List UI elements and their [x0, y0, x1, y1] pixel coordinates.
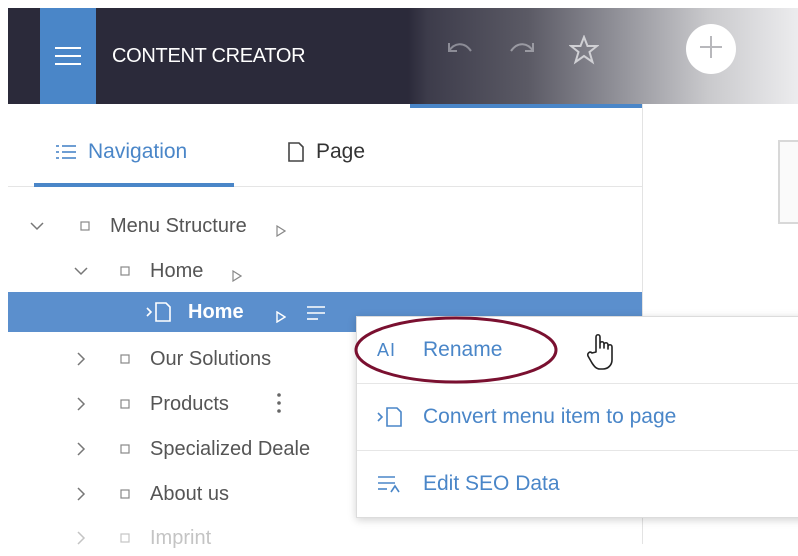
tab-page[interactable]: Page [288, 124, 365, 180]
tab-navigation[interactable]: Navigation [56, 124, 187, 180]
canvas-fragment [778, 140, 798, 224]
menu-item-convert-to-page[interactable]: Convert menu item to page [357, 384, 798, 450]
play-icon[interactable] [276, 220, 287, 243]
chevron-right-icon[interactable] [72, 350, 90, 368]
play-icon[interactable] [232, 265, 243, 288]
chevron-down-icon[interactable] [72, 262, 90, 280]
chevron-down-icon[interactable] [28, 217, 46, 235]
tree-item-label: Products [150, 392, 229, 415]
hand-cursor-icon [587, 333, 613, 370]
node-icon [120, 266, 130, 276]
tree-item-label: Menu Structure [110, 214, 247, 237]
menu-icon [55, 45, 81, 67]
convert-page-icon [377, 407, 403, 427]
menu-button[interactable] [40, 8, 96, 104]
header-accent-line [410, 104, 642, 108]
tab-page-label: Page [316, 140, 366, 163]
page-icon [288, 142, 304, 162]
menu-item-label: Edit SEO Data [423, 472, 560, 495]
tree-item-label: Home [150, 259, 204, 282]
star-icon [568, 33, 600, 70]
redo-icon [508, 39, 536, 66]
favorite-button[interactable] [568, 33, 600, 70]
menu-item-label: Convert menu item to page [423, 405, 677, 428]
undo-icon [446, 39, 474, 66]
node-icon [120, 489, 130, 499]
play-icon[interactable] [276, 306, 287, 329]
tree-item-label: Our Solutions [150, 347, 272, 370]
add-icon [699, 35, 723, 64]
tree-item-label: Specialized Deale [150, 437, 311, 460]
add-button[interactable] [686, 24, 736, 74]
menu-to-page-icon [146, 302, 172, 328]
undo-button[interactable] [444, 36, 476, 68]
app-title: CONTENT CREATOR [112, 44, 306, 67]
item-menu-icon[interactable] [306, 304, 326, 327]
node-icon [120, 533, 130, 543]
node-icon [120, 399, 130, 409]
chevron-right-icon[interactable] [72, 485, 90, 503]
seo-icon [377, 474, 401, 494]
node-icon [120, 354, 130, 364]
tree-item-label: Imprint [150, 526, 212, 549]
list-icon [56, 143, 76, 161]
active-tab-indicator [34, 183, 234, 187]
redo-button[interactable] [506, 36, 538, 68]
chevron-right-icon[interactable] [72, 395, 90, 413]
tree-item-label: Home [188, 300, 244, 323]
node-icon [120, 444, 130, 454]
node-icon [80, 221, 90, 231]
chevron-right-icon[interactable] [72, 440, 90, 458]
chevron-right-icon[interactable] [72, 529, 90, 547]
highlight-ellipse [354, 316, 558, 384]
more-vertical-icon[interactable] [276, 392, 282, 420]
tree-item-label: About us [150, 482, 229, 505]
tab-navigation-label: Navigation [88, 140, 188, 163]
menu-item-edit-seo[interactable]: Edit SEO Data [357, 451, 798, 517]
